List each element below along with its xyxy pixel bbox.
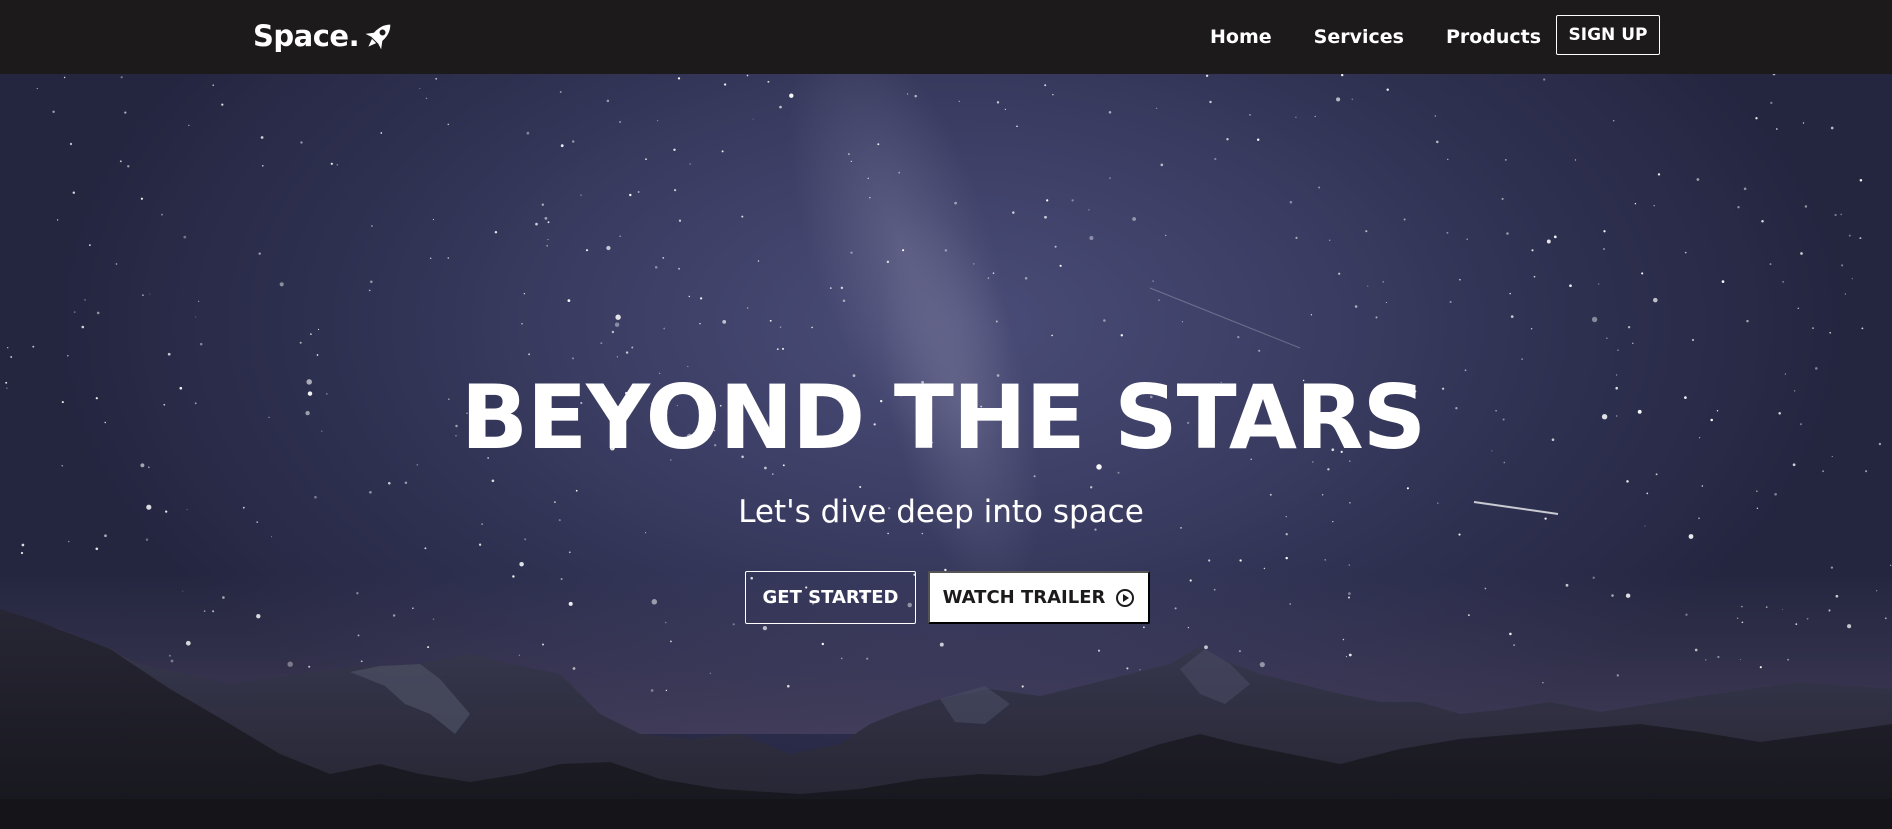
nav-link-services[interactable]: Services bbox=[1314, 26, 1404, 48]
brand-logo[interactable]: Space. bbox=[253, 16, 397, 56]
hero-title: BEYOND THE STARS bbox=[460, 366, 1426, 469]
page: Space. Home Services Products SIGN UP BE… bbox=[0, 0, 1892, 829]
watch-trailer-button[interactable]: WATCH TRAILER bbox=[928, 571, 1150, 624]
play-circle-icon bbox=[1116, 588, 1135, 607]
nav-link-home[interactable]: Home bbox=[1210, 26, 1272, 48]
nav-link-products[interactable]: Products bbox=[1446, 26, 1541, 48]
sign-up-button[interactable]: SIGN UP bbox=[1556, 15, 1660, 55]
watch-trailer-label: WATCH TRAILER bbox=[942, 587, 1106, 608]
rocket-icon bbox=[365, 24, 391, 50]
main-nav: Home Services Products bbox=[1210, 0, 1583, 74]
navbar: Space. Home Services Products SIGN UP bbox=[0, 0, 1892, 74]
hero-subtitle: Let's dive deep into space bbox=[738, 494, 1144, 530]
hero-section: BEYOND THE STARS Let's dive deep into sp… bbox=[0, 74, 1892, 829]
brand-name: Space. bbox=[253, 19, 360, 53]
get-started-button[interactable]: GET STARTED bbox=[745, 571, 916, 624]
get-started-label: GET STARTED bbox=[762, 587, 899, 608]
